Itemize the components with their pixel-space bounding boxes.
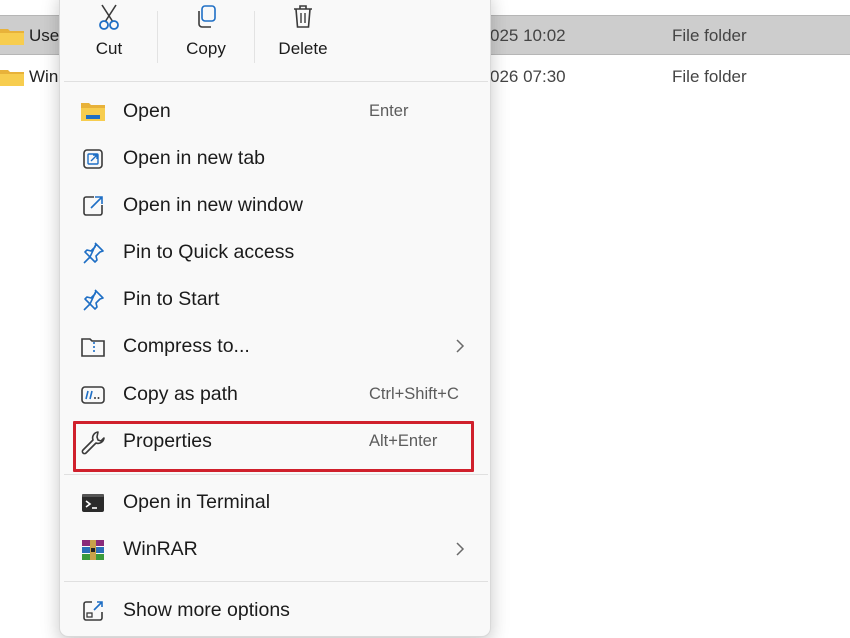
pin-icon [80, 287, 106, 313]
file-date: 026 07:30 [490, 67, 566, 86]
path-icon [80, 382, 106, 408]
trash-icon [294, 5, 312, 28]
menu-item-open-new-window[interactable]: Open in new window [60, 183, 490, 229]
menu-item-copy-as-path[interactable]: Copy as path Ctrl+Shift+C [60, 372, 490, 418]
menu-item-shortcut: Enter [369, 102, 409, 120]
copy-icon [198, 5, 216, 28]
menu-item-open-terminal[interactable]: Open in Terminal [60, 480, 490, 526]
new-tab-icon [80, 146, 106, 172]
show-more-icon [80, 598, 106, 624]
file-name: Use [29, 26, 60, 45]
menu-item-shortcut: Ctrl+Shift+C [369, 385, 459, 403]
menu-item-pin-quick-access[interactable]: Pin to Quick access [60, 230, 490, 276]
cut-label: Cut [95, 39, 123, 58]
highlight-box [73, 421, 474, 472]
menu-item-compress[interactable]: Compress to... [60, 324, 490, 370]
menu-divider [64, 581, 488, 582]
menu-item-label: Open in Terminal [123, 491, 271, 513]
menu-divider [64, 474, 488, 475]
file-type: File folder [672, 26, 747, 45]
menu-item-winrar[interactable]: WinRAR [60, 527, 490, 573]
menu-item-label: Open in new tab [123, 147, 266, 169]
menu-item-label: Pin to Quick access [123, 241, 295, 263]
menu-item-label: Pin to Start [123, 288, 220, 310]
folder-open-icon [80, 99, 106, 125]
menu-item-label: WinRAR [123, 538, 198, 560]
scissors-icon [99, 4, 119, 30]
file-name: Win [29, 67, 59, 86]
external-window-icon [80, 193, 106, 219]
cut-button[interactable]: Cut [61, 1, 157, 71]
copy-button[interactable]: Copy [158, 1, 254, 71]
folder-icon [0, 26, 24, 51]
file-type: File folder [672, 67, 747, 86]
zip-folder-icon [80, 334, 106, 360]
context-menu: Cut Copy Delete Open Enter Open in new t… [59, 0, 491, 637]
menu-item-open-new-tab[interactable]: Open in new tab [60, 136, 490, 182]
menu-item-label: Copy as path [123, 383, 238, 405]
file-date: 025 10:02 [490, 26, 566, 45]
delete-button[interactable]: Delete [255, 1, 351, 71]
folder-icon [0, 67, 24, 92]
menu-item-label: Compress to... [123, 335, 250, 357]
menu-item-label: Show more options [123, 599, 290, 621]
pin-icon [80, 240, 106, 266]
chevron-right-icon [453, 540, 467, 564]
menu-item-label: Open [123, 100, 171, 122]
delete-label: Delete [278, 39, 328, 58]
copy-label: Copy [186, 39, 226, 58]
menu-item-show-more-options[interactable]: Show more options [60, 588, 490, 634]
menu-item-label: Open in new window [123, 194, 303, 216]
menu-item-pin-start[interactable]: Pin to Start [60, 277, 490, 323]
menu-item-open[interactable]: Open Enter [60, 89, 490, 135]
chevron-right-icon [453, 337, 467, 361]
winrar-icon [80, 537, 106, 563]
terminal-icon [80, 490, 106, 516]
menu-divider [64, 81, 488, 82]
menu-toolbar: Cut Copy Delete [60, 1, 490, 71]
